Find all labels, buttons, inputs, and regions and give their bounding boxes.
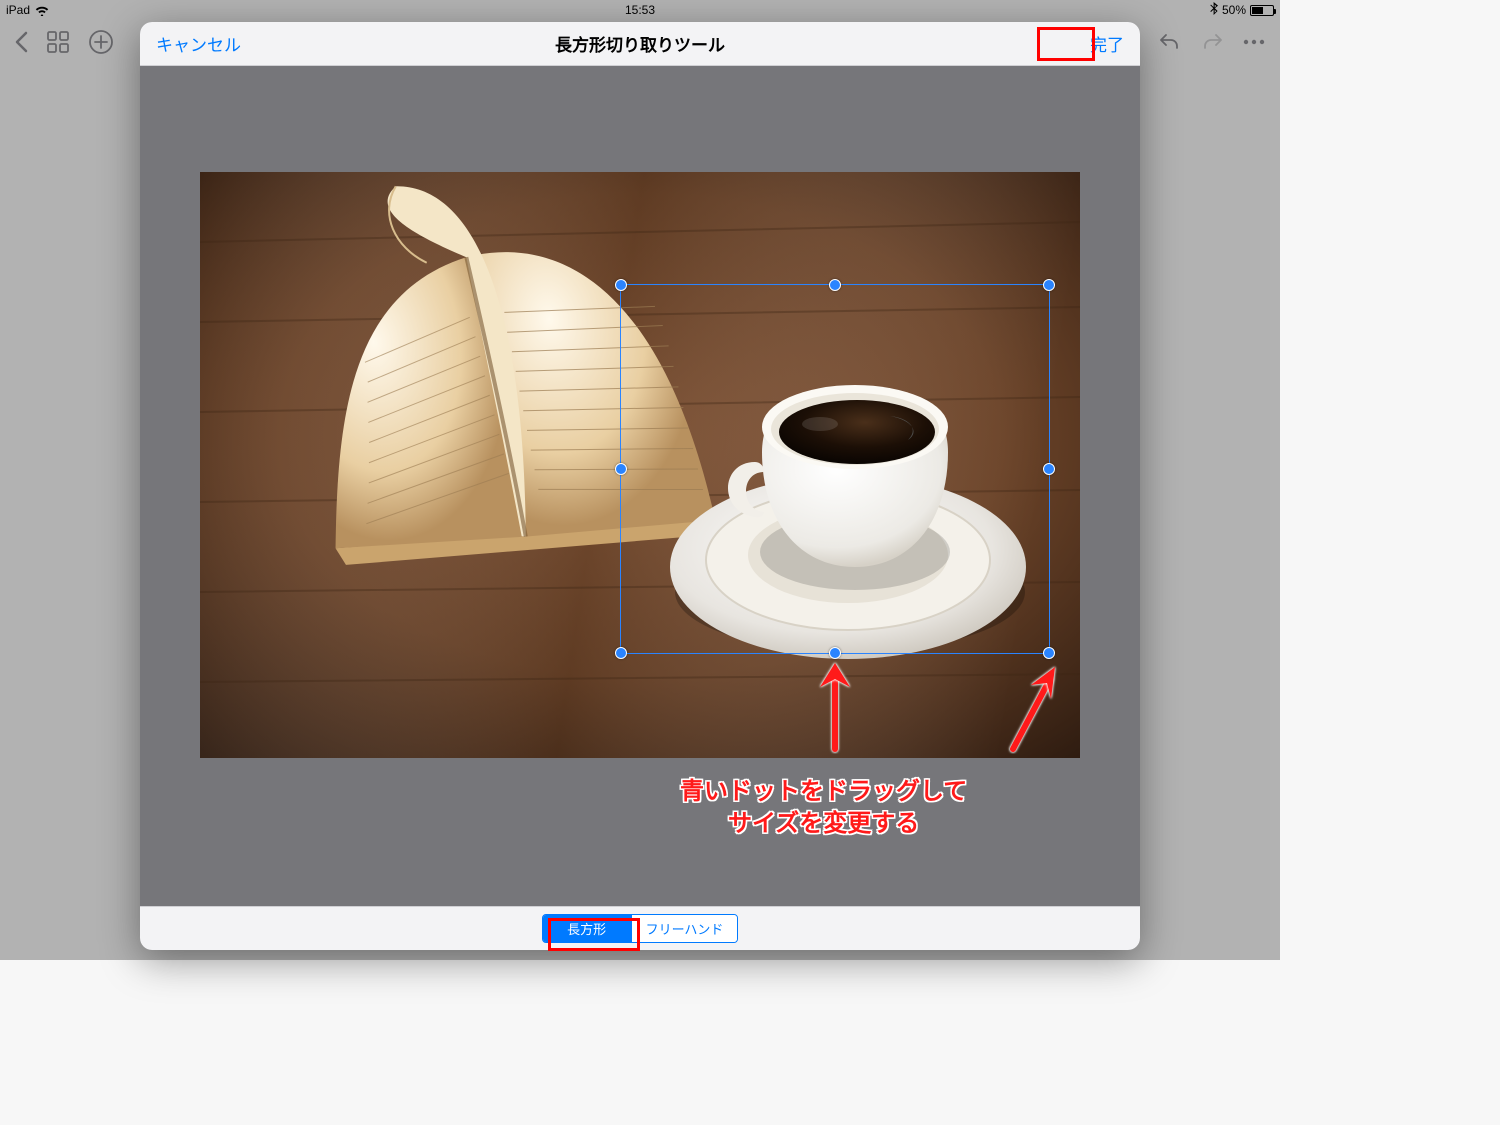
- status-bar: iPad 15:53 50%: [0, 0, 1280, 20]
- crop-handle-top-left[interactable]: [615, 279, 627, 291]
- crop-handle-bottom-left[interactable]: [615, 647, 627, 659]
- bluetooth-icon: [1210, 2, 1218, 18]
- annotation-text-line1: 青いドットをドラッグして: [680, 776, 967, 808]
- segment-rectangle[interactable]: 長方形: [543, 915, 631, 942]
- wifi-icon: [35, 5, 49, 16]
- device-label: iPad: [6, 3, 30, 17]
- sheet-footer: 長方形 フリーハンド: [140, 906, 1140, 950]
- crop-handle-bottom-center[interactable]: [829, 647, 841, 659]
- crop-handle-middle-right[interactable]: [1043, 463, 1055, 475]
- crop-handle-top-right[interactable]: [1043, 279, 1055, 291]
- annotation-text-line2: サイズを変更する: [680, 808, 967, 840]
- cancel-button[interactable]: キャンセル: [156, 31, 241, 56]
- crop-sheet: キャンセル 長方形切り取りツール 完了: [140, 22, 1140, 950]
- crop-handle-bottom-right[interactable]: [1043, 647, 1055, 659]
- sheet-title: 長方形切り取りツール: [555, 31, 725, 56]
- crop-rectangle[interactable]: [620, 284, 1050, 654]
- battery-icon: [1250, 5, 1274, 16]
- clock: 15:53: [625, 3, 655, 17]
- annotation-text: 青いドットをドラッグして サイズを変更する: [680, 776, 967, 841]
- battery-percent: 50%: [1222, 3, 1246, 17]
- crop-handle-middle-left[interactable]: [615, 463, 627, 475]
- sheet-header: キャンセル 長方形切り取りツール 完了: [140, 22, 1140, 66]
- sheet-body: 青いドットをドラッグして サイズを変更する: [140, 66, 1140, 906]
- crop-handle-top-center[interactable]: [829, 279, 841, 291]
- shape-segmented-control: 長方形 フリーハンド: [542, 914, 739, 943]
- segment-freehand[interactable]: フリーハンド: [631, 915, 738, 942]
- done-button[interactable]: 完了: [1090, 31, 1124, 56]
